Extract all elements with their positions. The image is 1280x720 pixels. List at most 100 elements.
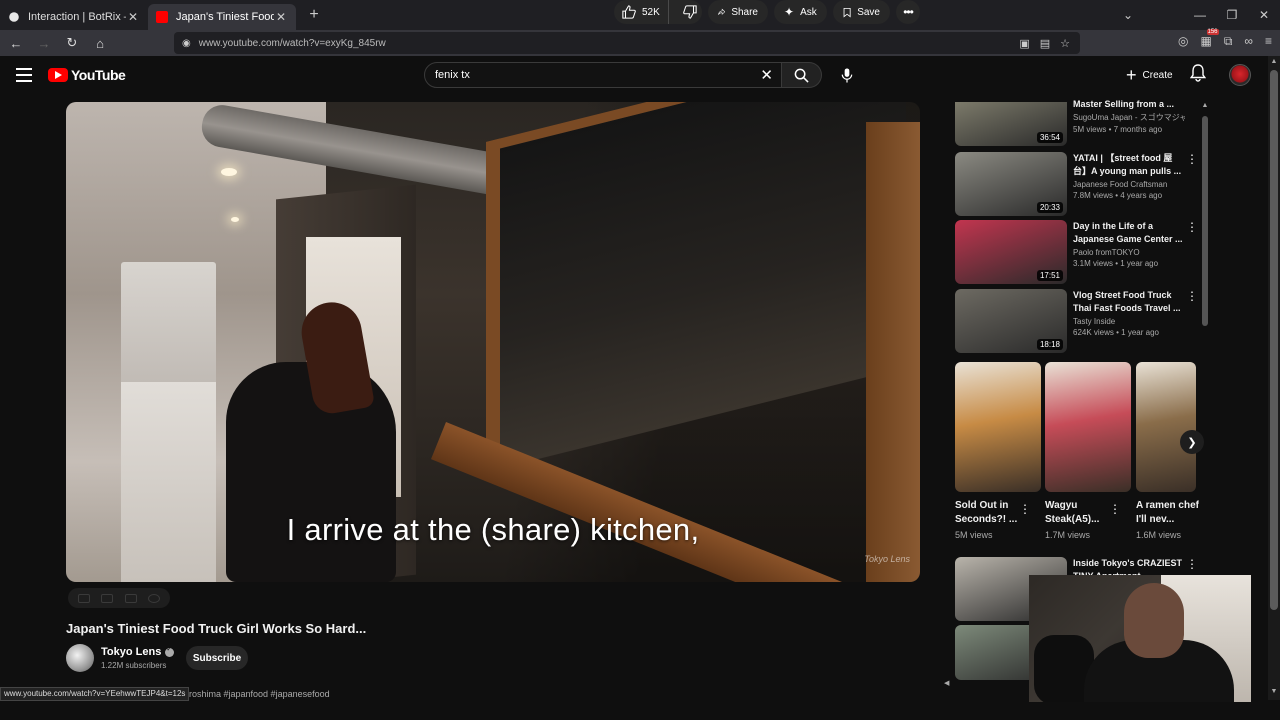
- settings-icon[interactable]: [148, 593, 161, 603]
- recommended-video-title[interactable]: Master Selling from a ...: [1073, 98, 1185, 110]
- video-thumbnail[interactable]: 20:33: [955, 152, 1067, 216]
- page-scroll-up-icon[interactable]: ▲: [1268, 58, 1280, 65]
- picture-in-picture-icon[interactable]: ▣: [1019, 37, 1029, 50]
- video-thumbnail[interactable]: 18:18: [955, 289, 1067, 353]
- recommended-video-title[interactable]: Day in the Life of a Japanese Game Cente…: [1073, 220, 1185, 246]
- recommended-video-channel[interactable]: Paolo fromTOKYO: [1073, 248, 1185, 257]
- reload-button[interactable]: ↻: [60, 35, 84, 51]
- close-window-button[interactable]: ✕: [1248, 8, 1280, 22]
- share-button[interactable]: Share: [708, 0, 768, 24]
- recommended-video[interactable]: 20:33 YATAI | 【street food 屋台】A young man…: [955, 152, 1200, 216]
- recommended-video-title[interactable]: YATAI | 【street food 屋台】A young man pull…: [1073, 152, 1185, 178]
- youtube-header: YouTube fenix tx ✕ + Create: [0, 56, 1268, 96]
- thumbs-down-icon: [682, 5, 697, 19]
- captions-icon[interactable]: [77, 593, 90, 603]
- notifications-bell-icon[interactable]: [1190, 64, 1206, 82]
- more-options-icon[interactable]: ⋮: [1186, 290, 1198, 302]
- dislike-button[interactable]: [675, 5, 697, 19]
- forward-button[interactable]: →: [32, 36, 56, 51]
- create-button[interactable]: + Create: [1120, 63, 1179, 87]
- scroll-up-icon[interactable]: ▲: [1200, 102, 1210, 109]
- more-actions-button[interactable]: •••: [896, 0, 920, 24]
- short-thumbnail[interactable]: [955, 362, 1041, 492]
- mask-icon[interactable]: ∞: [1244, 34, 1253, 49]
- extensions-puzzle-icon[interactable]: ⧉: [1224, 34, 1233, 49]
- address-bar[interactable]: ◉ www.youtube.com/watch?v=exyKg_845rw ▣ …: [174, 32, 1080, 54]
- search-button[interactable]: [782, 62, 822, 88]
- recommended-video-channel[interactable]: SugoUma Japan - スゴウマジャ...: [1073, 112, 1185, 123]
- recommended-video-channel[interactable]: Japanese Food Craftsman: [1073, 180, 1185, 189]
- subscribe-button[interactable]: Subscribe: [186, 646, 248, 670]
- maximize-button[interactable]: ❐: [1216, 8, 1248, 22]
- scroll-left-icon[interactable]: ◀: [944, 679, 949, 687]
- url-text: www.youtube.com/watch?v=exyKg_845rw: [198, 37, 386, 49]
- video-watermark: Tokyo Lens: [864, 554, 910, 564]
- video-thumbnail[interactable]: 17:51: [955, 220, 1067, 284]
- minimize-button[interactable]: —: [1184, 8, 1216, 22]
- window-controls: ⌄ — ❐ ✕: [1112, 0, 1280, 30]
- new-tab-button[interactable]: +: [302, 6, 326, 24]
- short-thumbnail[interactable]: [1136, 362, 1196, 492]
- theater-icon[interactable]: [124, 593, 137, 603]
- short-title[interactable]: Sold Out in Seconds?! ...: [955, 499, 1027, 527]
- plus-icon: +: [1126, 65, 1137, 85]
- recommended-video-channel[interactable]: Tasty Inside: [1073, 317, 1185, 326]
- reader-view-icon[interactable]: ▤: [1040, 37, 1050, 50]
- youtube-wordmark: YouTube: [71, 67, 126, 83]
- recommended-video-title[interactable]: Vlog Street Food Truck Thai Fast Foods T…: [1073, 289, 1185, 315]
- more-options-icon[interactable]: ⋮: [1186, 558, 1198, 570]
- short-title[interactable]: A ramen chef I'll nev...: [1136, 499, 1208, 527]
- recommended-video-meta: 7.8M views • 4 years ago: [1073, 191, 1163, 200]
- video-title: Japan's Tiniest Food Truck Girl Works So…: [66, 621, 367, 636]
- video-player[interactable]: I arrive at the (share) kitchen, Tokyo L…: [66, 102, 920, 582]
- player-mini-controls: [68, 588, 170, 608]
- back-button[interactable]: ←: [4, 36, 28, 51]
- voice-search-button[interactable]: [836, 62, 858, 88]
- channel-avatar[interactable]: [66, 644, 94, 672]
- video-frame-fridge: [121, 262, 216, 392]
- search-icon: [794, 68, 809, 83]
- browser-tab-botrix[interactable]: Interaction | BotRix — Cloud ✕: [0, 4, 148, 30]
- more-options-icon[interactable]: ⋮: [1186, 153, 1198, 165]
- guide-menu-icon[interactable]: [16, 68, 32, 82]
- create-label: Create: [1142, 69, 1173, 81]
- video-thumbnail[interactable]: 36:54: [955, 102, 1067, 146]
- video-duration: 17:51: [1036, 270, 1063, 281]
- browser-tab-youtube[interactable]: Japan's Tiniest Food Truck Girl W ✕: [148, 4, 296, 30]
- short-title[interactable]: Wagyu Steak(A5)...: [1045, 499, 1117, 527]
- page-scroll-down-icon[interactable]: ▼: [1268, 688, 1280, 695]
- youtube-logo[interactable]: YouTube: [48, 67, 126, 83]
- close-tab-icon[interactable]: ✕: [126, 10, 140, 24]
- clear-search-icon[interactable]: ✕: [760, 66, 773, 84]
- account-icon[interactable]: ◎: [1178, 34, 1188, 49]
- more-options-icon[interactable]: ⋮: [1109, 502, 1121, 516]
- search-input[interactable]: fenix tx ✕: [424, 62, 782, 88]
- menu-icon[interactable]: ≡: [1265, 34, 1272, 49]
- user-avatar[interactable]: [1229, 64, 1251, 86]
- tab-list-chevron-icon[interactable]: ⌄: [1112, 8, 1144, 22]
- channel-name[interactable]: Tokyo Lens: [101, 646, 161, 658]
- ask-button[interactable]: ✦ Ask: [774, 0, 827, 24]
- save-button[interactable]: Save: [833, 0, 890, 24]
- more-options-icon[interactable]: ⋮: [1019, 502, 1031, 516]
- share-icon: [718, 8, 726, 15]
- more-horizontal-icon: •••: [903, 5, 914, 19]
- sidebar-scroll-thumb[interactable]: [1202, 116, 1208, 326]
- like-button[interactable]: 52K: [614, 0, 669, 24]
- home-button[interactable]: ⌂: [88, 36, 112, 51]
- site-info-icon[interactable]: ◉: [182, 38, 191, 49]
- short-thumbnail[interactable]: [1045, 362, 1131, 492]
- page-scroll-thumb[interactable]: [1270, 70, 1278, 610]
- more-options-icon[interactable]: ⋮: [1186, 221, 1198, 233]
- bookmark-star-icon[interactable]: ☆: [1060, 37, 1070, 50]
- botrix-favicon-icon: [9, 12, 19, 22]
- like-dislike-group: 52K: [614, 0, 702, 24]
- close-tab-icon[interactable]: ✕: [274, 10, 288, 24]
- short-item[interactable]: Wagyu Steak(A5)... 1.7M views ⋮: [1045, 362, 1131, 540]
- recommended-video[interactable]: 17:51 Day in the Life of a Japanese Game …: [955, 220, 1200, 284]
- miniplayer-icon[interactable]: [101, 593, 114, 603]
- page-scrollbar[interactable]: ▲ ▼: [1268, 56, 1280, 700]
- extension-badge-icon[interactable]: ▦ 156: [1201, 29, 1219, 49]
- short-item[interactable]: Sold Out in Seconds?! ... 5M views ⋮: [955, 362, 1041, 540]
- recommended-video[interactable]: 18:18 Vlog Street Food Truck Thai Fast Fo…: [955, 289, 1200, 353]
